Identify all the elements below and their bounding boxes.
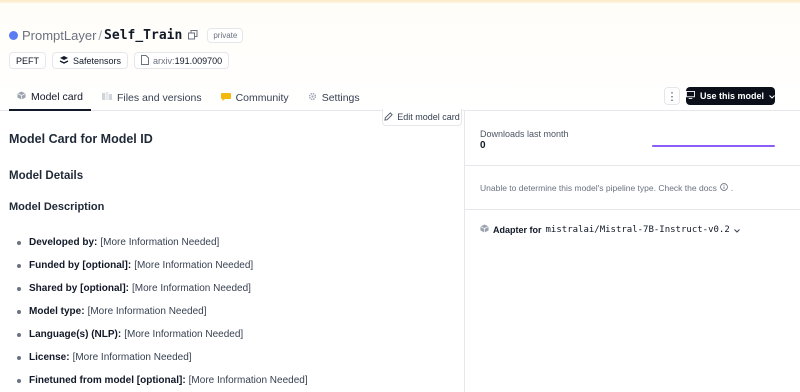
pipeline-note: Unable to determine this model's pipelin… [480, 183, 733, 193]
column-divider [464, 111, 465, 392]
item-key: License: [29, 352, 70, 363]
adapter-label: Adapter for [493, 224, 542, 235]
path-separator: / [98, 27, 103, 43]
item-key: Finetuned from model [optional]: [29, 375, 186, 386]
tag-arxiv[interactable]: arxiv: 191.009700 [134, 52, 230, 69]
item-value: [More Information Needed] [124, 329, 244, 340]
monitor-icon [686, 91, 695, 101]
tag-label: 191.009700 [174, 55, 223, 66]
sidebar-divider [465, 165, 800, 166]
item-value: [More Information Needed] [134, 260, 254, 271]
pipeline-note-suffix: . [730, 183, 734, 193]
chevron-down-icon [769, 91, 775, 101]
bullet-icon [17, 263, 21, 268]
item-value: [More Information Needed] [188, 375, 308, 386]
item-key: Language(s) (NLP): [29, 329, 122, 340]
tab-label: Files and versions [116, 91, 202, 104]
bullet-icon [17, 240, 21, 245]
tab-files-and-versions[interactable]: Files and versions [94, 84, 210, 111]
base-model-link[interactable]: mistralai/Mistral-7B-Instruct-v0.2 [546, 225, 730, 235]
tag-label: Safetensors [73, 55, 122, 66]
document-icon [141, 54, 150, 67]
list-item: Developed by: [More Information Needed] [17, 231, 308, 254]
bullet-icon [17, 286, 21, 291]
edit-model-card-button[interactable]: Edit model card [382, 109, 462, 126]
repo-header: PromptLayer / Self_Train private PEFT Sa… [0, 3, 800, 111]
more-options-button[interactable]: ⋮ [664, 87, 680, 105]
visibility-badge: private [207, 27, 244, 43]
item-key: Funded by [optional]: [29, 260, 132, 271]
downloads-label: Downloads last month [480, 129, 569, 139]
copy-icon[interactable] [187, 29, 199, 41]
tags-row: PEFT Safetensors arxiv: 191.009700 [9, 52, 230, 69]
cube-icon [17, 90, 26, 103]
tab-label: Community [235, 91, 289, 104]
community-icon [220, 92, 231, 104]
model-description-list: Developed by: [More Information Needed] F… [17, 231, 308, 392]
model-description-heading: Model Description [9, 201, 105, 213]
tag-peft[interactable]: PEFT [9, 52, 47, 69]
item-key: Developed by: [29, 237, 98, 248]
use-this-model-label: Use this model [700, 91, 765, 101]
gear-icon [308, 92, 317, 104]
org-avatar[interactable] [9, 30, 18, 40]
edit-model-card-label: Edit model card [397, 112, 460, 122]
item-key: Model type: [29, 306, 85, 317]
org-name-link[interactable]: PromptLayer [22, 28, 96, 43]
item-value: [More Information Needed] [87, 306, 207, 317]
bullet-icon [17, 378, 21, 383]
item-value: [More Information Needed] [132, 283, 251, 294]
adapter-for-row: Adapter for mistralai/Mistral-7B-Instruc… [480, 224, 740, 235]
info-icon[interactable] [720, 183, 728, 193]
bullet-icon [17, 332, 21, 337]
tab-model-card[interactable]: Model card [9, 84, 91, 111]
safetensors-icon [59, 55, 69, 67]
repo-tabs: Model card Files and versions Community … [9, 84, 371, 111]
tab-label: Settings [321, 91, 360, 104]
tag-label: PEFT [16, 55, 40, 66]
item-key: Shared by [optional]: [29, 283, 129, 294]
repo-title-row: PromptLayer / Self_Train private [9, 25, 244, 45]
use-this-model-button[interactable]: Use this model [686, 87, 775, 105]
item-value: [More Information Needed] [72, 352, 192, 363]
sidebar-divider [465, 209, 800, 210]
pipeline-note-text: Unable to determine this model's pipelin… [480, 183, 717, 193]
item-value: [More Information Needed] [100, 237, 220, 248]
tab-community[interactable]: Community [213, 84, 297, 111]
list-item: Funded by [optional]: [More Information N… [17, 254, 308, 277]
downloads-sparkline [652, 145, 775, 147]
repo-name[interactable]: Self_Train [104, 28, 182, 43]
downloads-count: 0 [480, 140, 486, 151]
tag-safetensors[interactable]: Safetensors [52, 52, 129, 69]
tab-settings[interactable]: Settings [300, 84, 368, 111]
bullet-icon [17, 309, 21, 314]
chevron-down-icon[interactable] [733, 225, 740, 235]
model-card-title: Model Card for Model ID [9, 132, 153, 146]
tag-prefix: arxiv: [153, 55, 175, 66]
tab-label: Model card [31, 90, 83, 103]
list-item: Model type: [More Information Needed] [17, 300, 308, 323]
bullet-icon [17, 355, 21, 360]
cube-icon [480, 224, 489, 235]
model-details-heading: Model Details [9, 170, 84, 182]
files-icon [101, 91, 112, 104]
list-item: Language(s) (NLP): [More Information Need… [17, 323, 308, 346]
list-item: License: [More Information Needed] [17, 346, 308, 369]
pencil-icon [384, 111, 393, 123]
list-item: Finetuned from model [optional]: [More In… [17, 369, 308, 392]
list-item: Shared by [optional]: [More Information N… [17, 277, 308, 300]
